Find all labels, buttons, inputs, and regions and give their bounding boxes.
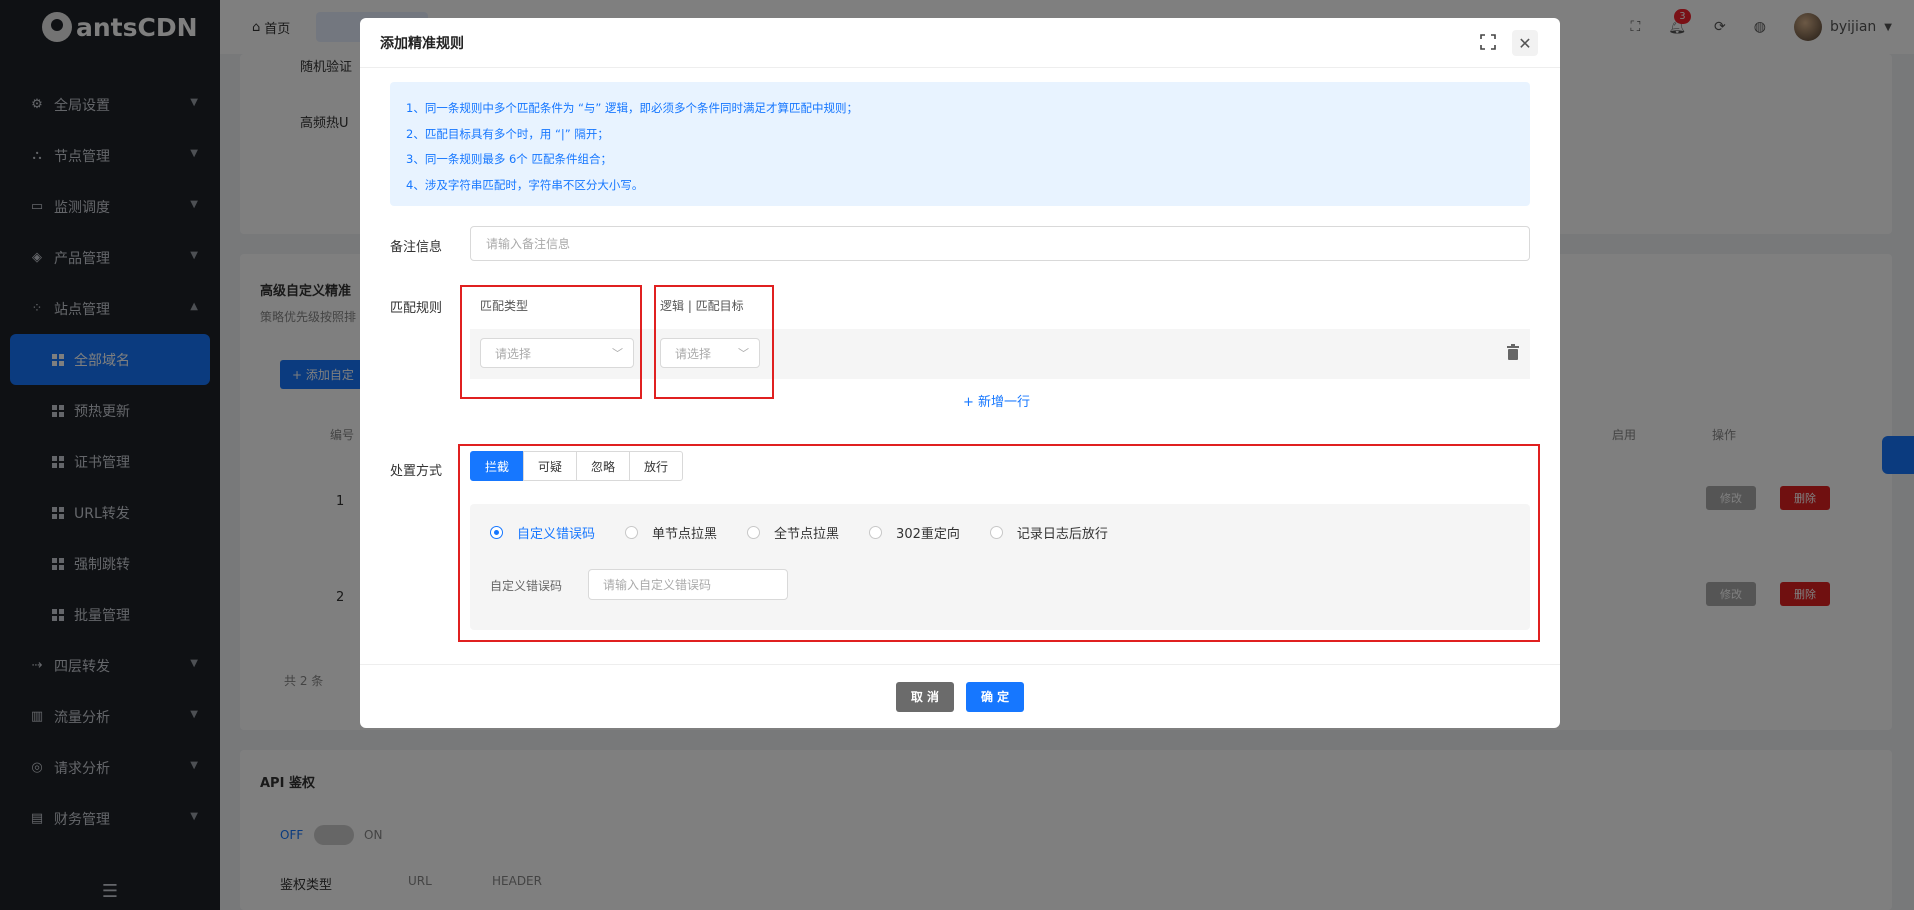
radio-log-then-allow[interactable]: 记录日志后放行 — [989, 523, 1108, 542]
add-rule-dialog: 添加精准规则 ✕ 1、同一条规则中多个匹配条件为 “与” 逻辑，即必须多个条件同… — [360, 18, 1560, 728]
radio-dot — [625, 526, 639, 539]
remark-input[interactable]: 请输入备注信息 — [470, 226, 1530, 261]
match-rule-label: 匹配规则 — [390, 301, 443, 316]
dialog-footer: 取 消 确 定 — [360, 664, 1560, 728]
radio-label: 302重定向 — [896, 527, 960, 542]
confirm-button[interactable]: 确 定 — [966, 681, 1025, 712]
radio-custom-error-code[interactable]: 自定义错误码 — [490, 523, 595, 542]
close-icon: ✕ — [1518, 33, 1532, 53]
radio-dot — [747, 526, 761, 539]
tip-line: 4、涉及字符串匹配时，字符串不区分大小写。 — [406, 177, 644, 192]
tab-suspicious[interactable]: 可疑 — [523, 451, 578, 481]
cancel-button[interactable]: 取 消 — [895, 681, 954, 712]
radio-label: 自定义错误码 — [517, 527, 596, 542]
radio-label: 全节点拉黑 — [774, 527, 840, 542]
radio-dot — [490, 526, 503, 539]
rule-tips: 1、同一条规则中多个匹配条件为 “与” 逻辑，即必须多个条件同时满足才算匹配中规… — [390, 82, 1530, 206]
radio-label: 单节点拉黑 — [652, 527, 718, 542]
action-label: 处置方式 — [390, 464, 443, 479]
tip-line: 3、同一条规则最多 6个 匹配条件组合； — [406, 152, 612, 166]
tip-line: 2、匹配目标具有多个时，用 “|” 隔开； — [406, 126, 609, 141]
trash-icon[interactable] — [1506, 344, 1520, 360]
tab-block[interactable]: 拦截 — [470, 451, 525, 481]
error-code-input[interactable]: 请输入自定义错误码 — [588, 569, 788, 600]
radio-all-node-ban[interactable]: 全节点拉黑 — [747, 523, 839, 542]
radio-dot — [989, 526, 1003, 539]
radio-302-redirect[interactable]: 302重定向 — [869, 523, 960, 542]
remark-label: 备注信息 — [390, 240, 443, 255]
action-tabs: 拦截 可疑 忽略 放行 — [470, 451, 684, 481]
radio-dot — [869, 526, 883, 539]
maximize-icon[interactable] — [1480, 34, 1496, 50]
close-button[interactable]: ✕ — [1512, 30, 1538, 56]
tab-ignore[interactable]: 忽略 — [576, 451, 631, 481]
radio-label: 记录日志后放行 — [1016, 527, 1108, 542]
error-code-label: 自定义错误码 — [490, 579, 563, 593]
tip-line: 1、同一条规则中多个匹配条件为 “与” 逻辑，即必须多个条件同时满足才算匹配中规… — [406, 101, 859, 115]
block-options-panel: 自定义错误码 单节点拉黑 全节点拉黑 302重定向 记录日志后放行 自定义错误码… — [470, 504, 1530, 630]
dialog-title: 添加精准规则 — [380, 35, 464, 52]
tab-allow[interactable]: 放行 — [629, 451, 684, 481]
add-row-button[interactable]: + 新增一行 — [963, 391, 1030, 410]
highlight-match-type — [460, 285, 642, 399]
highlight-logic-target — [654, 285, 774, 399]
radio-single-node-ban[interactable]: 单节点拉黑 — [625, 523, 717, 542]
